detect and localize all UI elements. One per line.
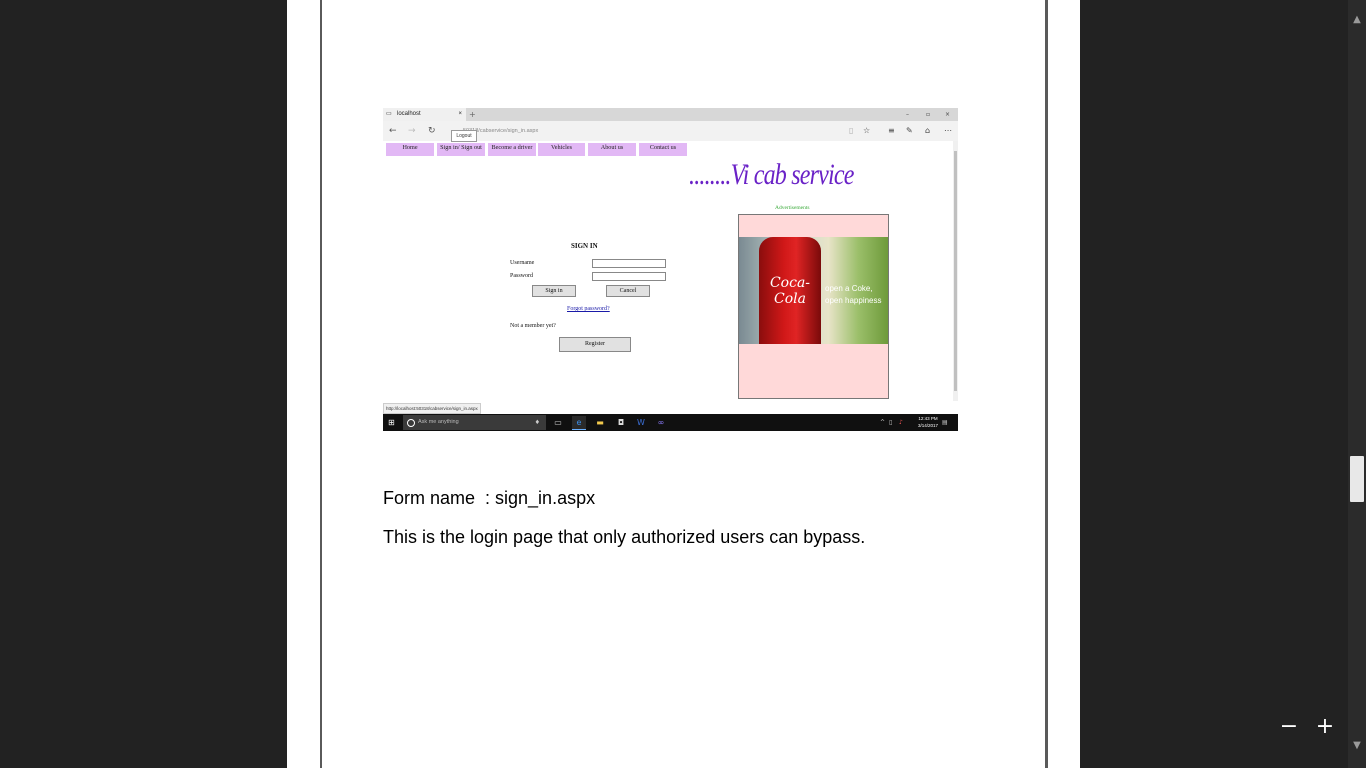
- more-icon[interactable]: ⋯: [944, 125, 952, 137]
- viewer-scrollbar[interactable]: ▲ ▼: [1348, 0, 1366, 768]
- network-icon[interactable]: ▯: [889, 417, 892, 428]
- signin-title: SIGN IN: [571, 242, 598, 250]
- status-url: http://localhost:50318/cabservice/sign_i…: [383, 403, 481, 414]
- taskbar-search-placeholder: Ask me anything: [418, 419, 459, 425]
- page-right-border: [1045, 0, 1048, 768]
- inner-scrollbar[interactable]: [953, 141, 958, 401]
- minimize-icon[interactable]: –: [906, 108, 909, 121]
- taskbar: ⊞ Ask me anything ♦ ▭ e ▬ ◘ W ∞ ^ ▯ ♪ 12…: [383, 414, 958, 431]
- task-view-icon[interactable]: ▭: [551, 416, 565, 429]
- password-label: Password: [510, 273, 534, 279]
- nav-about-us[interactable]: About us: [588, 143, 636, 156]
- ad-logo-text: Coca-Cola: [769, 275, 811, 307]
- scroll-up-icon[interactable]: ▲: [1348, 12, 1366, 28]
- reading-view-icon[interactable]: ▯: [849, 125, 853, 137]
- form-name-caption: Form name : sign_in.aspx: [383, 488, 596, 508]
- ads-label: Advertisements: [775, 205, 810, 211]
- nav-contact-us[interactable]: Contact us: [639, 143, 687, 156]
- register-button[interactable]: Register: [559, 337, 631, 352]
- browser-tab[interactable]: ▭ localhost ×: [383, 108, 466, 121]
- file-explorer-icon[interactable]: ▬: [593, 416, 607, 429]
- refresh-icon[interactable]: ↻: [428, 125, 436, 137]
- zoom-out-button[interactable]: −: [1276, 714, 1302, 740]
- edge-icon[interactable]: e: [572, 416, 586, 430]
- document-viewer: ▭ localhost × + – ▫ × ← → ↻ 50318/cabser…: [0, 0, 1366, 768]
- page-icon: ▭: [386, 111, 392, 117]
- new-tab-icon[interactable]: +: [469, 108, 476, 121]
- password-input[interactable]: [592, 272, 666, 281]
- nav-sign-in[interactable]: Sign in/ Sign out: [437, 143, 485, 156]
- forward-icon[interactable]: →: [408, 125, 416, 137]
- scroll-down-icon[interactable]: ▼: [1348, 738, 1366, 754]
- tray-chevron-icon[interactable]: ^: [880, 417, 885, 428]
- ad-slogan: open a Coke, open happiness: [825, 283, 887, 307]
- back-icon[interactable]: ←: [389, 125, 397, 137]
- scroll-thumb[interactable]: [1350, 456, 1364, 502]
- logout-tooltip: Logout: [451, 130, 477, 142]
- ad-slogan-line1: open a Coke,: [825, 284, 873, 293]
- not-member-text: Not a member yet?: [510, 323, 556, 329]
- embedded-screenshot: ▭ localhost × + – ▫ × ← → ↻ 50318/cabser…: [383, 108, 958, 431]
- ad-box: Coca-Cola open a Coke, open happiness: [738, 214, 889, 399]
- description-caption: This is the login page that only authori…: [383, 527, 866, 547]
- windows-start-icon[interactable]: ⊞: [388, 417, 395, 428]
- web-note-icon[interactable]: ✎: [906, 125, 913, 137]
- username-input[interactable]: [592, 259, 666, 268]
- site-brand: ........Vi cab service: [689, 158, 854, 191]
- forgot-password-link[interactable]: Forgot password?: [567, 306, 610, 312]
- page-left-border: [320, 0, 322, 768]
- browser-tab-bar: ▭ localhost × + – ▫ ×: [383, 108, 958, 121]
- maximize-icon[interactable]: ▫: [926, 108, 930, 121]
- ad-slogan-line2: open happiness: [825, 296, 882, 305]
- tab-close-icon[interactable]: ×: [458, 108, 462, 121]
- signin-button[interactable]: Sign in: [532, 285, 576, 297]
- volume-icon[interactable]: ♪: [899, 417, 903, 428]
- inner-scroll-thumb[interactable]: [954, 151, 957, 391]
- tray-time: 12:43 PM: [918, 416, 938, 421]
- notifications-icon[interactable]: ▤: [942, 417, 948, 428]
- ad-image[interactable]: Coca-Cola open a Coke, open happiness: [739, 237, 888, 344]
- share-icon[interactable]: ⌂: [925, 125, 930, 137]
- taskbar-search[interactable]: Ask me anything ♦: [403, 415, 546, 430]
- username-label: Username: [510, 260, 535, 266]
- cortana-icon: [407, 419, 415, 427]
- nav-vehicles[interactable]: Vehicles: [538, 143, 585, 156]
- word-icon[interactable]: W: [634, 416, 648, 429]
- zoom-in-button[interactable]: +: [1312, 714, 1338, 740]
- nav-home[interactable]: Home: [386, 143, 434, 156]
- window-close-icon[interactable]: ×: [945, 108, 950, 121]
- favorite-star-icon[interactable]: ☆: [863, 125, 870, 137]
- nav-become-driver[interactable]: Become a driver: [488, 143, 536, 156]
- store-icon[interactable]: ◘: [614, 416, 628, 429]
- hub-icon[interactable]: ≡: [888, 125, 895, 137]
- tray-date: 3/14/2017: [917, 423, 938, 428]
- microphone-icon[interactable]: ♦: [535, 415, 540, 430]
- cancel-button[interactable]: Cancel: [606, 285, 650, 297]
- visual-studio-icon[interactable]: ∞: [654, 416, 668, 429]
- tab-title: localhost: [397, 111, 421, 117]
- tray-clock[interactable]: 12:43 PM 3/14/2017: [918, 415, 938, 429]
